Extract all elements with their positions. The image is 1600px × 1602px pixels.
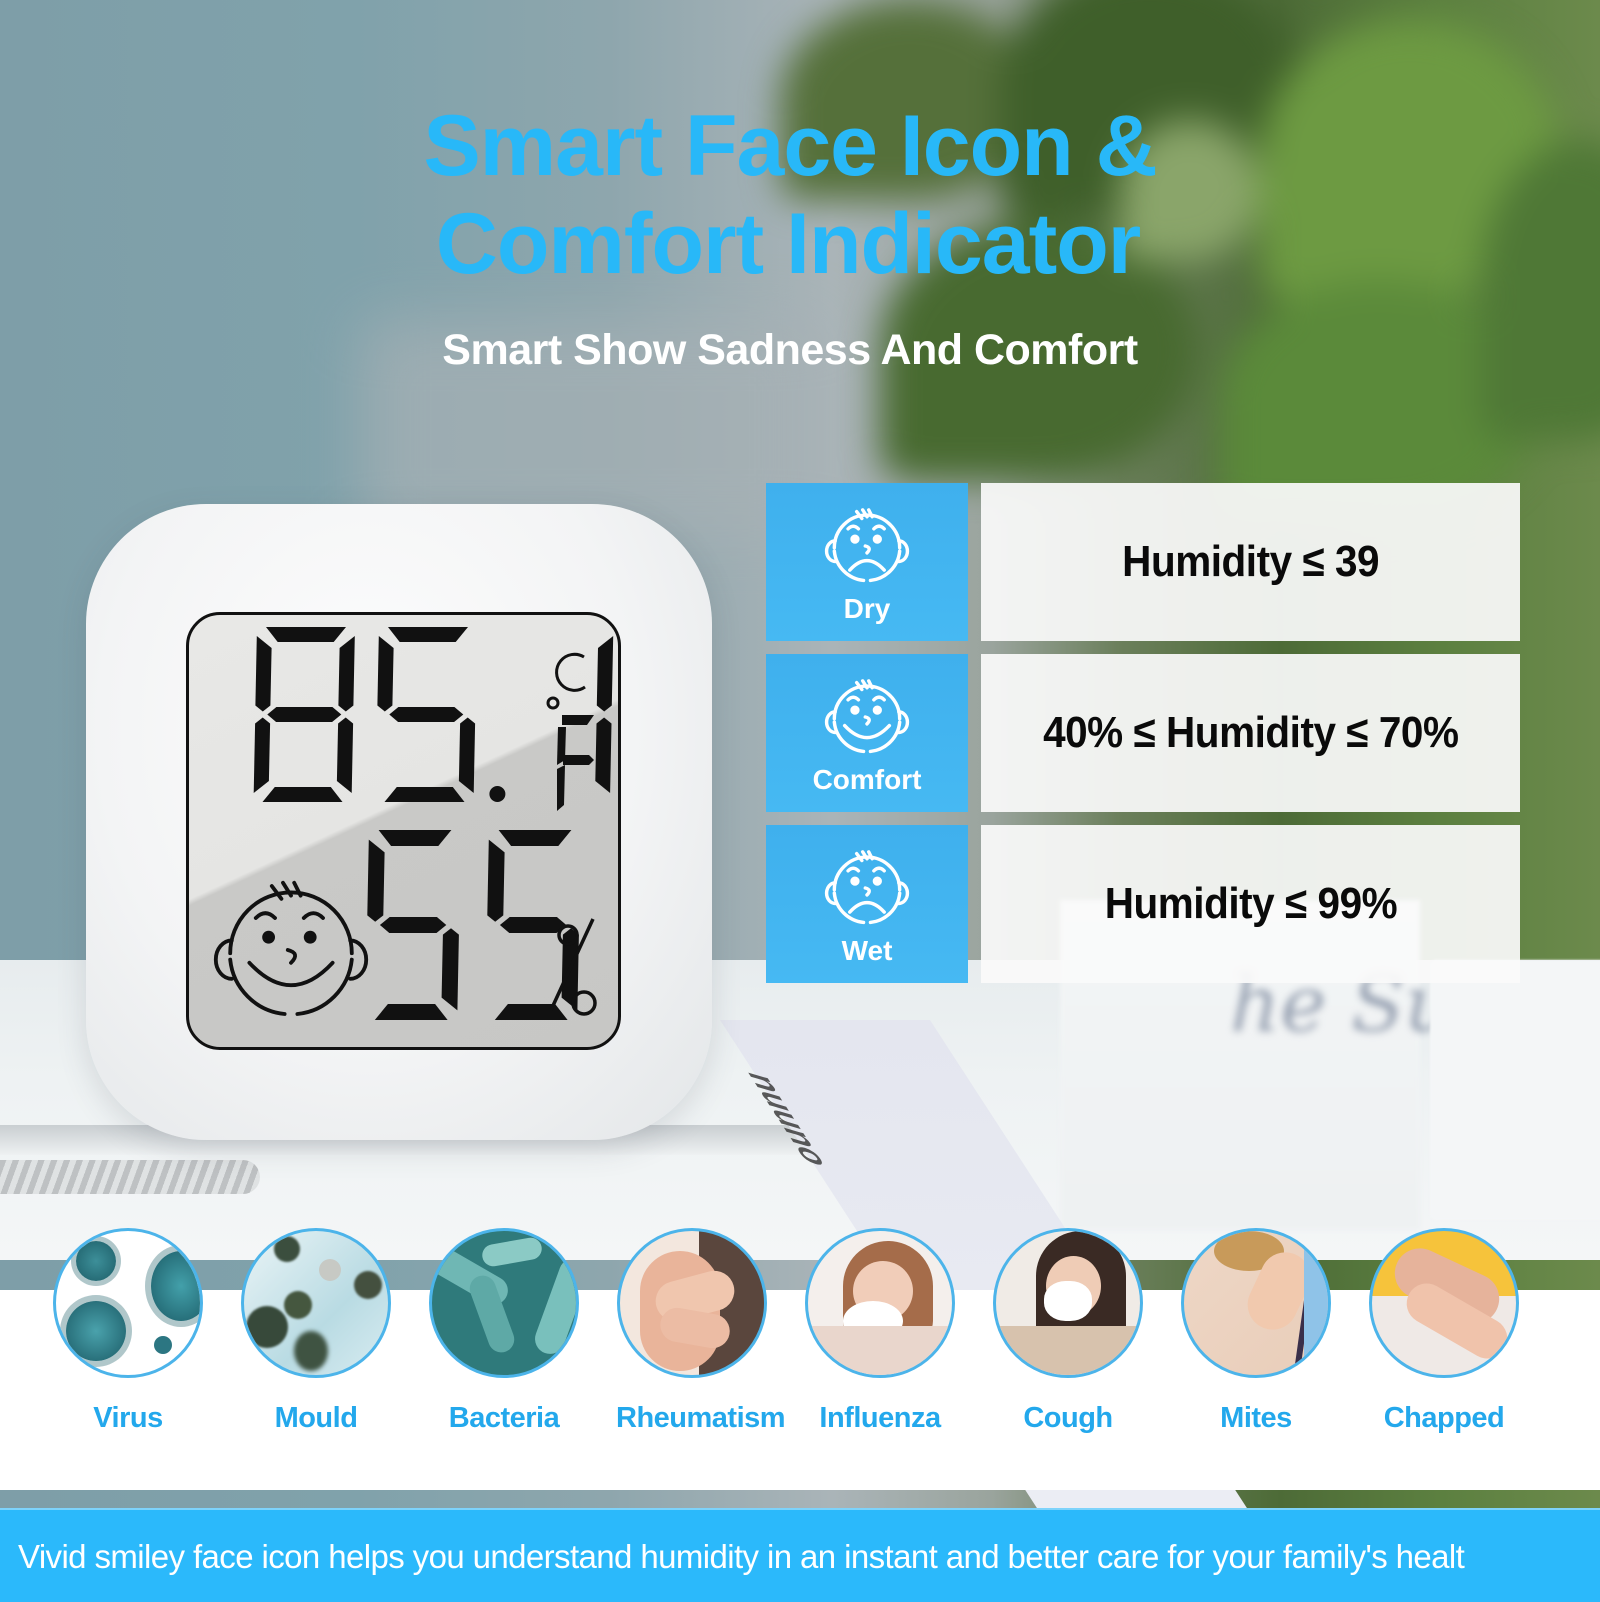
dry-label: Dry [843, 593, 891, 624]
lcd-segment-c [336, 717, 354, 793]
lcd-segment-f [487, 839, 505, 922]
rheumatism-label: Rheumatism [616, 1402, 786, 1434]
chapped-label: Chapped [1383, 1402, 1505, 1434]
lcd-screen [186, 612, 621, 1050]
comfort-range-cell: 40% ≤ Humidity ≤ 70% [981, 654, 1520, 812]
mites-image [1181, 1228, 1331, 1378]
lcd-segment-d [262, 787, 343, 802]
risk-item-bacteria: Bacteria [428, 1228, 580, 1435]
celsius-unit-icon [555, 652, 586, 692]
lcd-segment-g [389, 707, 464, 722]
lcd-segment-d [374, 1004, 448, 1020]
wet-label: Wet [841, 935, 893, 966]
cough-image [993, 1228, 1143, 1378]
lcd-segment-a [498, 830, 572, 846]
lcd-segment-g [499, 917, 567, 933]
bacteria-label: Bacteria [448, 1402, 560, 1434]
lcd-segment-b [596, 636, 614, 712]
lcd-smile-face-icon [213, 880, 369, 1016]
comfort-row-wet: Wet Humidity ≤ 99% [766, 825, 1520, 983]
dry-icon-cell: Dry [766, 483, 968, 641]
mould-label: Mould [274, 1402, 358, 1434]
blurred-cup [1430, 960, 1600, 1220]
fahrenheit-unit-icon [546, 696, 594, 811]
rheumatism-image [617, 1228, 767, 1378]
risk-item-rheumatism: Rheumatism [616, 1228, 786, 1435]
comfort-row-dry: Dry Humidity ≤ 39 [766, 483, 1520, 641]
risk-item-mould: Mould [240, 1228, 392, 1435]
bottom-banner: Vivid smiley face icon helps you underst… [0, 1508, 1600, 1602]
lcd-segment-f [377, 636, 394, 712]
humidity-readout [367, 830, 579, 1020]
comfort-icon-cell: Comfort [766, 654, 968, 812]
lcd-segment-g [267, 707, 342, 722]
lcd-segment-g [379, 917, 447, 933]
lcd-segment-f [367, 839, 385, 922]
lcd-segment-d [494, 1004, 568, 1020]
mites-label: Mites [1220, 1402, 1292, 1434]
lcd-segment-e [253, 717, 271, 793]
wet-icon-cell: Wet [766, 825, 968, 983]
risk-item-chapped: Chapped [1368, 1228, 1520, 1435]
cough-label: Cough [1023, 1402, 1113, 1434]
virus-image [53, 1228, 203, 1378]
lcd-decimal-point [489, 786, 506, 802]
risk-item-cough: Cough [992, 1228, 1144, 1435]
lcd-segment-d [384, 787, 465, 802]
risk-item-influenza: Influenza [804, 1228, 956, 1435]
smile-face-icon [824, 679, 910, 754]
lcd-segment-c [441, 928, 459, 1011]
chapped-image [1369, 1228, 1519, 1378]
lcd-segment-a [378, 830, 452, 846]
mould-image [241, 1228, 391, 1378]
subheadline: Smart Show Sadness And Comfort [442, 326, 1138, 374]
lcd-segments [213, 627, 614, 1020]
comfort-range-text: 40% ≤ Humidity ≤ 70% [1042, 708, 1459, 757]
lcd-segment-f [255, 636, 272, 712]
headline-line-2: Comfort Indicator [435, 196, 1141, 292]
bacteria-image [429, 1228, 579, 1378]
virus-label: Virus [93, 1402, 163, 1434]
comfort-row-comfort: Comfort 40% ≤ Humidity ≤ 70% [766, 654, 1520, 812]
wet-range-cell: Humidity ≤ 99% [981, 825, 1520, 983]
rope-decoration [0, 1160, 260, 1194]
lcd-segment-a [388, 627, 468, 642]
influenza-label: Influenza [819, 1402, 941, 1434]
wet-range-text: Humidity ≤ 99% [1104, 879, 1397, 928]
lcd-segment-a [266, 627, 346, 642]
headline-line-1: Smart Face Icon & [423, 98, 1157, 194]
risk-item-mites: Mites [1180, 1228, 1332, 1435]
lcd-segment-c [595, 717, 612, 793]
lcd-segment-b [338, 636, 355, 712]
comfort-label: Comfort [812, 764, 922, 795]
sad-face-icon [824, 850, 910, 925]
sad-face-icon [824, 508, 910, 583]
influenza-image [805, 1228, 955, 1378]
dry-range-cell: Humidity ≤ 39 [981, 483, 1520, 641]
banner-text: Vivid smiley face icon helps you underst… [18, 1538, 1465, 1575]
risk-item-virus: Virus [52, 1228, 204, 1435]
lcd-segment-c [458, 717, 476, 793]
dry-range-text: Humidity ≤ 39 [1122, 537, 1379, 586]
